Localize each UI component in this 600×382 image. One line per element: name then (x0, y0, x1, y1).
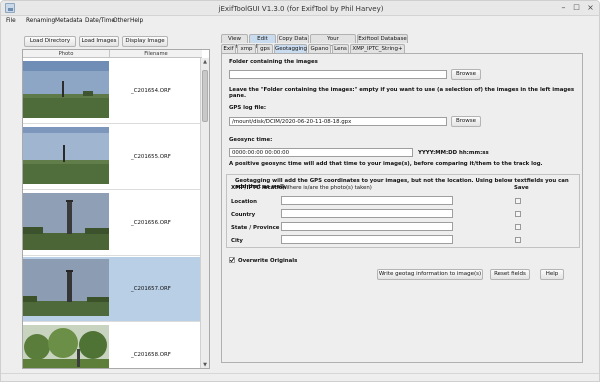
column-header-filename[interactable]: Filename (109, 50, 202, 58)
subtab-xmp-iptc-string[interactable]: XMP_IPTC_String+ (350, 44, 405, 53)
tab-copy-data[interactable]: Copy Data (277, 34, 309, 43)
menu-other[interactable]: Other (113, 18, 129, 24)
geosync-label: Geosync time: (229, 137, 273, 143)
geosync-hint: A positive geosync time will add that ti… (229, 161, 543, 167)
subtab-gps[interactable]: gps (257, 44, 273, 53)
location-input[interactable] (281, 196, 453, 205)
app-window: jExifToolGUI V1.3.0 (for ExifTool by Phi… (0, 0, 600, 382)
display-image-button[interactable]: Display Image (122, 36, 168, 47)
subtab-lens[interactable]: Lens (332, 44, 349, 53)
title-bar[interactable]: jExifToolGUI V1.3.0 (for ExifTool by Phi… (1, 1, 599, 16)
photo-thumbnail (23, 127, 109, 184)
country-input[interactable] (281, 209, 453, 218)
menu-date-time[interactable]: Date/Time (85, 18, 115, 24)
reset-fields-button[interactable]: Reset fields (490, 269, 530, 280)
folder-label: Folder containing the images (229, 59, 318, 65)
scroll-down-icon[interactable]: ▼ (201, 361, 209, 368)
photo-thumbnail (23, 325, 109, 368)
state-province-label: State / Province (231, 225, 280, 231)
photo-thumbnail (23, 61, 109, 118)
table-row[interactable]: _C201655.ORF (23, 125, 201, 190)
filename-cell: _C201655.ORF (131, 154, 171, 160)
tab-exiftool-database[interactable]: Exiftool Database (357, 34, 408, 43)
state-province-input[interactable] (281, 222, 453, 231)
geotagging-panel: Folder containing the images Browse Leav… (221, 53, 583, 363)
photo-thumbnail (23, 259, 109, 316)
window-title: jExifToolGUI V1.3.0 (for ExifTool by Phi… (218, 5, 384, 13)
subtab-geotagging[interactable]: Geotagging (274, 44, 307, 53)
subtab-xmp[interactable]: xmp (237, 44, 256, 53)
load-directory-button[interactable]: Load Directory (24, 36, 76, 47)
subtab-gpano[interactable]: Gpano (308, 44, 331, 53)
location-groupbox: Geotagging will add the GPS coordinates … (226, 174, 580, 248)
help-button[interactable]: Help (540, 269, 564, 280)
save-city-checkbox[interactable] (515, 237, 521, 243)
table-row[interactable]: _C201656.ORF (23, 191, 201, 256)
tab-edit-data[interactable]: Edit Data (249, 34, 276, 50)
table-row[interactable]: _C201658.ORF (23, 323, 201, 368)
overwrite-originals-checkbox[interactable] (229, 257, 235, 263)
menu-metadata[interactable]: Metadata (55, 18, 82, 24)
write-geotag-button[interactable]: Write geotag information to image(s) (377, 269, 483, 280)
menu-renaming[interactable]: Renaming (26, 18, 55, 24)
folder-input[interactable] (229, 70, 447, 79)
table-row[interactable]: _C201654.ORF (23, 59, 201, 124)
location-label: Location (231, 199, 257, 205)
folder-hint: Leave the "Folder containing the images:… (229, 87, 575, 99)
overwrite-originals-label: Overwrite Originals (238, 258, 298, 264)
city-label: City (231, 238, 243, 244)
menu-bar: File Renaming Metadata Date/Time Other H… (1, 16, 599, 27)
filename-cell: _C201656.ORF (131, 220, 171, 226)
column-header-photo[interactable]: Photo (23, 50, 109, 58)
browse-gps-log-button[interactable]: Browse (451, 116, 481, 127)
filename-cell: _C201657.ORF (131, 286, 171, 292)
menu-file[interactable]: File (6, 18, 16, 24)
tab-your-commands[interactable]: Your Commands (310, 34, 356, 50)
save-state-checkbox[interactable] (515, 224, 521, 230)
gps-log-label: GPS log file: (229, 105, 267, 111)
browse-folder-button[interactable]: Browse (451, 69, 481, 80)
country-label: Country (231, 212, 256, 218)
table-row[interactable]: _C201657.ORF (23, 257, 201, 322)
subtab-exif[interactable]: Exif (221, 44, 236, 53)
geosync-input[interactable]: 0000:00:00 00:00:00 (229, 148, 413, 157)
maximize-icon[interactable]: □ (572, 3, 581, 12)
filename-cell: _C201654.ORF (131, 88, 171, 94)
city-input[interactable] (281, 235, 453, 244)
load-images-button[interactable]: Load Images (79, 36, 119, 47)
images-table[interactable]: Photo Filename _C201654.ORF _C201655.ORF… (22, 49, 210, 369)
filename-cell: _C201658.ORF (131, 352, 171, 358)
xmp-iptc-location-label: XMP/IPTC location (231, 185, 287, 191)
images-scrollbar[interactable]: ▲ ▼ (200, 58, 209, 368)
scroll-up-icon[interactable]: ▲ (201, 58, 209, 66)
where-taken-label: (Where is/are the photo(s) taken) (282, 185, 372, 191)
save-location-checkbox[interactable] (515, 198, 521, 204)
close-icon[interactable]: × (586, 3, 595, 12)
save-column-label: Save (514, 185, 529, 191)
tab-view-data[interactable]: View Data (221, 34, 248, 50)
checkmark-icon (229, 257, 235, 263)
status-divider (1, 373, 599, 374)
photo-thumbnail (23, 193, 109, 250)
geosync-format: YYYY:MM:DD hh:mm:ss (418, 150, 489, 156)
minimize-icon[interactable]: – (559, 3, 568, 12)
save-country-checkbox[interactable] (515, 211, 521, 217)
scrollbar-thumb[interactable] (202, 70, 208, 122)
gps-log-input[interactable]: /mount/disk/DCIM/2020-06-20-11-08-18.gpx (229, 117, 447, 126)
menu-help[interactable]: Help (130, 18, 143, 24)
